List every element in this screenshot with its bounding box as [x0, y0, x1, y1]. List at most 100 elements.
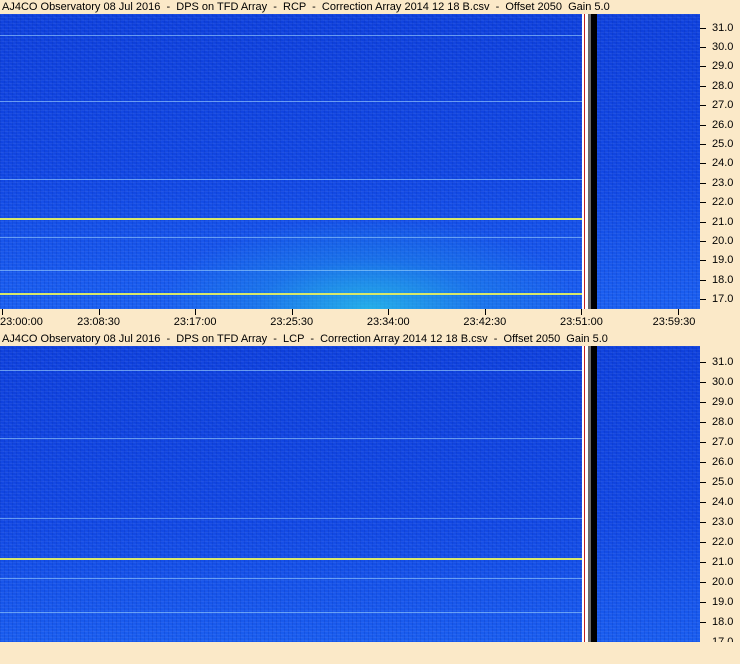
rcp-y-tick-mark: [700, 182, 706, 184]
rcp-interference-line: [0, 217, 588, 220]
rcp-burst-emission: [170, 221, 569, 309]
rcp-interference-line: [0, 35, 588, 37]
rcp-y-tick: 20.0: [700, 235, 740, 247]
rcp-y-tick-mark: [700, 241, 706, 243]
rcp-x-tick-mark: [388, 309, 390, 315]
lcp-y-tick-mark: [700, 402, 706, 403]
lcp-y-tick-mark: [700, 502, 706, 503]
rcp-y-tick-label: 25.0: [712, 138, 734, 151]
rcp-y-tick: 18.0: [700, 274, 740, 286]
lcp-y-tick-label: 26.0: [712, 456, 734, 468]
lcp-y-tick-label: 28.0: [712, 416, 734, 428]
rcp-y-tick-label: 20.0: [712, 235, 734, 248]
rcp-x-tick-label: 23:51:00: [560, 316, 603, 328]
rcp-x-tick-mark: [195, 309, 197, 315]
lcp-y-tick-label: 30.0: [712, 376, 734, 388]
rcp-y-tick-label: 30.0: [712, 40, 734, 53]
rcp-y-tick-mark: [700, 46, 706, 48]
rcp-x-tick-mark: [98, 309, 100, 315]
rcp-y-tick-label: 26.0: [712, 118, 734, 131]
lcp-interference-line: [0, 578, 588, 579]
lcp-y-tick-label: 19.0: [712, 596, 734, 608]
lcp-y-tick-label: 27.0: [712, 436, 734, 448]
lcp-y-tick: 29.0: [700, 396, 740, 408]
lcp-y-tick-mark: [700, 542, 706, 543]
rcp-interference-line: [0, 270, 588, 272]
rcp-interference-line: [0, 178, 588, 180]
rcp-y-tick-mark: [700, 279, 706, 281]
rcp-y-tick-label: 18.0: [712, 273, 734, 286]
lcp-y-tick: 23.0: [700, 516, 740, 528]
lcp-y-tick-label: 29.0: [712, 396, 734, 408]
rcp-x-tick-label: 23:08:30: [77, 316, 120, 328]
lcp-y-tick-label: 24.0: [712, 496, 734, 508]
lcp-interference-line: [0, 518, 588, 519]
lcp-interference-line: [0, 612, 588, 613]
lcp-y-tick: 26.0: [700, 456, 740, 468]
lcp-y-tick: 24.0: [700, 496, 740, 508]
rcp-y-tick-mark: [700, 260, 706, 262]
rcp-title: AJ4CO Observatory 08 Jul 2016 - DPS on T…: [2, 1, 610, 13]
lcp-y-tick: 21.0: [700, 556, 740, 568]
rcp-x-tick-label: 23:25:30: [270, 316, 314, 328]
lcp-y-tick-mark: [700, 462, 706, 463]
lcp-interference-line: [0, 558, 588, 560]
rcp-x-tick-mark: [678, 309, 679, 315]
rcp-y-tick: 28.0: [700, 80, 740, 92]
rcp-x-tick-label: 23:00:00: [0, 316, 43, 328]
rcp-y-tick-mark: [700, 85, 706, 87]
rcp-y-tick-mark: [700, 163, 706, 165]
rcp-y-axis: 31.0 30.0 29.0 28.0 27.0 26.0 25.0 24.0 23.0 22.0…: [700, 14, 740, 309]
rcp-y-tick: 19.0: [700, 254, 740, 266]
lcp-y-tick-label: 31.0: [712, 356, 734, 368]
lcp-y-tick-label: 25.0: [712, 476, 734, 488]
rcp-x-tick-label: 23:59:30: [652, 316, 696, 328]
rcp-y-tick: 23.0: [700, 177, 740, 189]
rcp-y-tick-mark: [700, 105, 706, 107]
rcp-x-tick-label: 23:17:00: [173, 316, 217, 328]
lcp-gap-rail-black: [591, 346, 598, 656]
rcp-y-tick: 27.0: [700, 99, 740, 111]
rcp-y-tick-mark: [700, 144, 706, 146]
rcp-y-tick-label: 22.0: [712, 196, 734, 209]
lcp-y-tick-mark: [700, 482, 706, 483]
lcp-interference-line: [0, 438, 588, 439]
lcp-y-tick-label: 23.0: [712, 516, 734, 528]
lcp-y-tick: 27.0: [700, 436, 740, 448]
rcp-y-tick: 17.0: [700, 293, 740, 305]
rcp-interference-line: [0, 237, 588, 239]
rcp-y-tick-label: 17.0: [712, 293, 734, 306]
rcp-x-tick-mark: [291, 309, 293, 315]
lcp-y-tick-mark: [700, 422, 706, 423]
rcp-y-tick-label: 24.0: [712, 157, 734, 170]
lcp-y-tick-mark: [700, 562, 706, 563]
lcp-y-tick-mark: [700, 362, 706, 363]
lcp-interference-line: [0, 370, 588, 371]
lcp-y-tick: 31.0: [700, 356, 740, 368]
lcp-y-tick-label: 18.0: [712, 616, 734, 628]
lcp-y-tick: 25.0: [700, 476, 740, 488]
rcp-y-tick: 24.0: [700, 157, 740, 169]
lcp-y-tick: 19.0: [700, 596, 740, 608]
rcp-gap-rail-black: [591, 14, 598, 309]
rcp-y-tick-label: 27.0: [712, 99, 734, 112]
rcp-x-axis: 23:00:00 23:08:30 23:17:00 23:25:30 23:34:00…: [0, 309, 740, 332]
rcp-x-tick-mark: [484, 309, 486, 315]
rcp-y-tick-mark: [700, 27, 706, 29]
rcp-y-tick-label: 31.0: [712, 21, 734, 34]
rcp-y-tick-mark: [700, 202, 706, 204]
rcp-y-tick-label: 29.0: [712, 60, 734, 73]
lcp-panel: AJ4CO Observatory 08 Jul 2016 - DPS on T…: [0, 332, 740, 664]
lcp-y-tick-label: 21.0: [712, 556, 734, 568]
rcp-y-tick: 30.0: [700, 41, 740, 53]
lcp-y-axis: 31.0 30.0 29.0 28.0 27.0 26.0 25.0 24.0 23.0 22.0…: [700, 346, 740, 656]
rcp-panel: AJ4CO Observatory 08 Jul 2016 - DPS on T…: [0, 0, 740, 332]
rcp-x-tick-mark: [2, 309, 3, 315]
rcp-spectrogram: [0, 14, 700, 309]
bottom-status-strip: [0, 642, 740, 664]
lcp-title: AJ4CO Observatory 08 Jul 2016 - DPS on T…: [2, 333, 608, 345]
rcp-interference-line: [0, 101, 588, 103]
lcp-spectrogram: [0, 346, 700, 656]
rcp-y-tick-mark: [700, 66, 706, 68]
rcp-y-tick-mark: [700, 221, 706, 223]
